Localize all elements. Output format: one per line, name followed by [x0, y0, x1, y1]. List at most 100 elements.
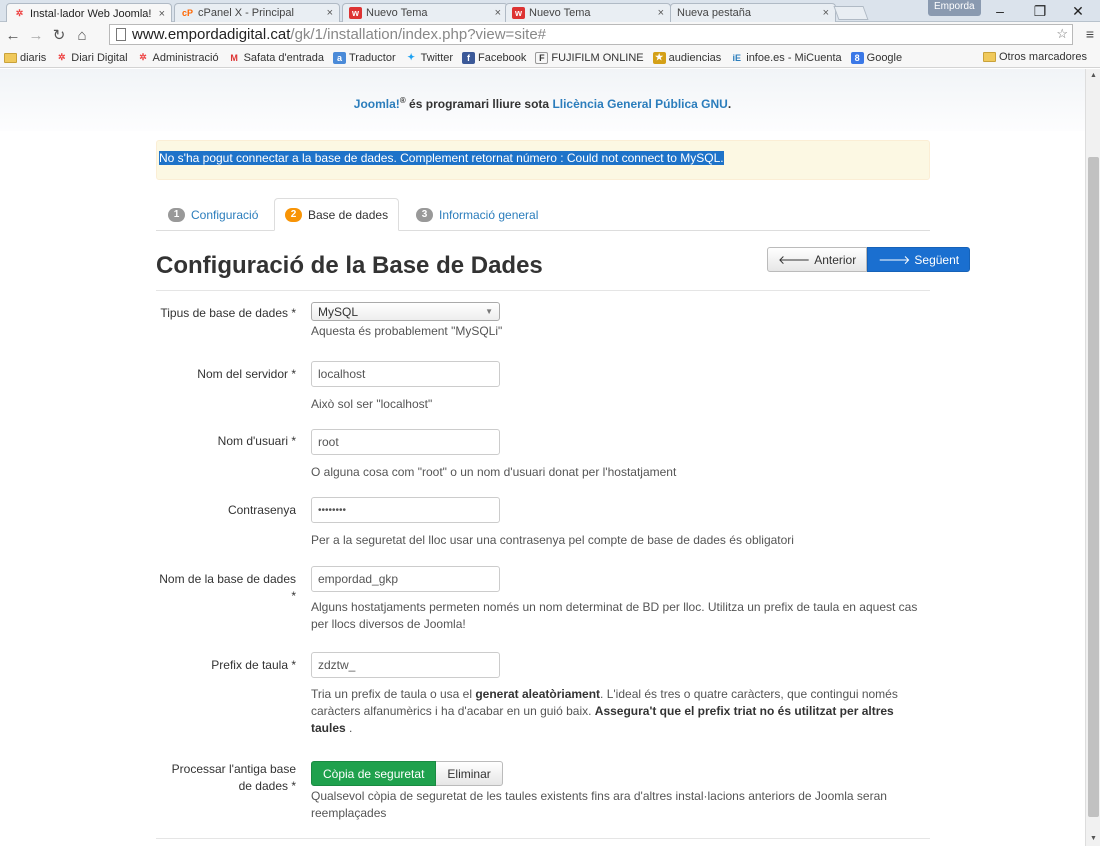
bookmark-diari-digital[interactable]: ✲ Diari Digital	[55, 51, 128, 64]
wix-icon: w	[512, 7, 525, 19]
browser-tab-strip: ✲ Instal·lador Web Joomla! × cP cPanel X…	[0, 0, 1100, 23]
scroll-up-icon[interactable]: ▲	[1086, 69, 1100, 83]
twitter-icon: ✦	[407, 52, 415, 62]
step-label: Configuració	[191, 207, 259, 222]
remove-option-button[interactable]: Eliminar	[436, 761, 503, 786]
bookmark-facebook[interactable]: f Facebook	[462, 51, 527, 64]
bookmark-label: Twitter	[420, 51, 454, 64]
password-input[interactable]: ••••••••	[311, 497, 500, 523]
bookmark-audiencias[interactable]: ★ audiencias	[652, 51, 722, 64]
previous-button[interactable]: 🡐 Anterior	[767, 247, 868, 272]
bookmark-gmail[interactable]: M Safata d'entrada	[228, 52, 324, 64]
old-db-toggle: Còpia de seguretat Eliminar	[311, 761, 503, 786]
tab-cpanel[interactable]: cP cPanel X - Principal ×	[174, 3, 340, 22]
bookmark-traductor[interactable]: a Traductor	[332, 51, 396, 64]
address-bar[interactable]: www.empordadigital.cat/gk/1/installation…	[109, 24, 1073, 45]
close-icon[interactable]: ×	[495, 7, 501, 19]
license-credit: Joomla!® és programari lliure sota Llicè…	[0, 96, 1085, 111]
wizard-navigation: 🡐 Anterior 🡒 Següent	[767, 247, 971, 272]
facebook-icon: f	[462, 51, 476, 64]
old-db-label: Processar l'antiga base de dades *	[171, 762, 296, 793]
host-label: Nom del servidor *	[197, 367, 296, 381]
bookmarks-bar: diaris ✲ Diari Digital ✲ Administració M Sa…	[0, 48, 1100, 68]
window-close-icon[interactable]: ✕	[1063, 2, 1093, 20]
back-icon[interactable]: ←	[3, 27, 23, 44]
tab-configuracio[interactable]: 1 Configuració	[158, 198, 268, 231]
bookmark-label: Administració	[152, 51, 219, 64]
bookmark-other[interactable]: Otros marcadores	[982, 51, 1087, 63]
close-icon[interactable]: ×	[327, 7, 333, 19]
bookmark-label: audiencias	[668, 51, 722, 64]
url-path: /gk/1/installation/index.php?view=site#	[290, 26, 547, 43]
divider	[156, 838, 930, 839]
close-icon[interactable]: ×	[823, 7, 829, 19]
user-input[interactable]: root	[311, 429, 500, 455]
divider	[156, 290, 930, 291]
bookmark-twitter[interactable]: ✦ Twitter	[405, 52, 453, 64]
backup-option-button[interactable]: Còpia de seguretat	[311, 761, 437, 786]
bookmark-label: Google	[866, 51, 903, 64]
close-icon[interactable]: ×	[658, 7, 664, 19]
prefix-input[interactable]: zdztw_	[311, 652, 500, 678]
step-badge: 1	[168, 207, 185, 222]
joomla-icon: ✲	[139, 52, 147, 62]
bookmark-label: Otros marcadores	[998, 51, 1087, 63]
gmail-icon: M	[230, 52, 238, 63]
scroll-down-icon[interactable]: ▼	[1086, 832, 1100, 846]
bookmark-administracio[interactable]: ✲ Administració	[137, 51, 219, 64]
fujifilm-icon: F	[535, 51, 549, 64]
url-host: www.empordadigital.cat	[132, 26, 291, 43]
close-icon[interactable]: ×	[159, 8, 165, 20]
tab-nuevo-tema-1[interactable]: w Nuevo Tema ×	[342, 3, 508, 22]
page-scrollbar[interactable]: ▲ ▼	[1085, 69, 1100, 846]
tab-joomla-installer[interactable]: ✲ Instal·lador Web Joomla! ×	[6, 3, 172, 23]
db-type-label: Tipus de base de dades *	[160, 306, 296, 320]
bookmark-diaris[interactable]: diaris	[4, 52, 46, 64]
host-input[interactable]: localhost	[311, 361, 500, 387]
credit-end: .	[727, 97, 732, 111]
tab-nuevo-tema-2[interactable]: w Nuevo Tema ×	[505, 3, 671, 22]
user-label: Nom d'usuari *	[217, 434, 296, 448]
arrow-left-icon: 🡐	[778, 253, 811, 267]
previous-label: Anterior	[814, 252, 857, 267]
next-button[interactable]: 🡒 Següent	[867, 247, 971, 272]
gpl-license-link[interactable]: Llicència General Pública GNU	[552, 97, 727, 111]
credit-text: és programari lliure sota	[405, 97, 553, 111]
tab-base-de-dades[interactable]: 2 Base de dades	[274, 198, 400, 231]
star-icon[interactable]: ☆	[1056, 26, 1068, 42]
bookmark-label: Diari Digital	[71, 51, 128, 64]
joomla-link[interactable]: Joomla!	[354, 97, 400, 111]
step-label: Informació general	[439, 207, 539, 222]
profile-badge[interactable]: Emporda	[928, 0, 981, 16]
tab-title: Nuevo Tema	[366, 7, 428, 19]
tab-title: Nueva pestaña	[677, 7, 751, 19]
step-badge: 3	[416, 207, 433, 222]
db-name-help: Alguns hostatjaments permeten només un n…	[311, 600, 918, 631]
bookmark-infoe[interactable]: iE infoe.es - MiCuenta	[730, 52, 841, 64]
installer-steps: 1 Configuració 2 Base de dades 3 Informació…	[156, 198, 930, 231]
alert-message: No s'ha pogut connectar a la base de dad…	[159, 151, 724, 165]
restore-icon[interactable]: ❐	[1025, 2, 1055, 20]
scrollbar-thumb[interactable]	[1088, 157, 1099, 817]
bookmark-fujifilm[interactable]: F FUJIFILM ONLINE	[535, 51, 644, 64]
db-name-input[interactable]: empordad_gkp	[311, 566, 500, 592]
bookmark-label: Facebook	[478, 51, 527, 64]
db-type-select[interactable]: MySQL ▼	[311, 302, 500, 321]
page-icon	[116, 28, 126, 41]
error-alert: No s'ha pogut connectar a la base de dad…	[156, 140, 930, 180]
forward-icon[interactable]: →	[26, 27, 46, 44]
tab-nueva-pestana[interactable]: Nueva pestaña ×	[670, 3, 836, 22]
translate-icon: a	[332, 51, 346, 64]
new-tab-button[interactable]	[833, 6, 869, 20]
google-icon: 8	[850, 51, 864, 64]
menu-icon[interactable]: ≡	[1086, 26, 1094, 42]
browser-toolbar: ← → ↻ ⌂ www.empordadigital.cat/gk/1/inst…	[0, 22, 1100, 48]
audiencias-icon: ★	[652, 51, 666, 64]
tab-title: cPanel X - Principal	[198, 7, 294, 19]
page-title: Configuració de la Base de Dades	[156, 252, 543, 279]
home-icon[interactable]: ⌂	[72, 27, 92, 44]
bookmark-google[interactable]: 8 Google	[850, 51, 903, 64]
reload-icon[interactable]: ↻	[49, 26, 69, 44]
minimize-icon[interactable]: –	[985, 2, 1015, 20]
tab-informacio-general[interactable]: 3 Informació general	[406, 198, 548, 231]
